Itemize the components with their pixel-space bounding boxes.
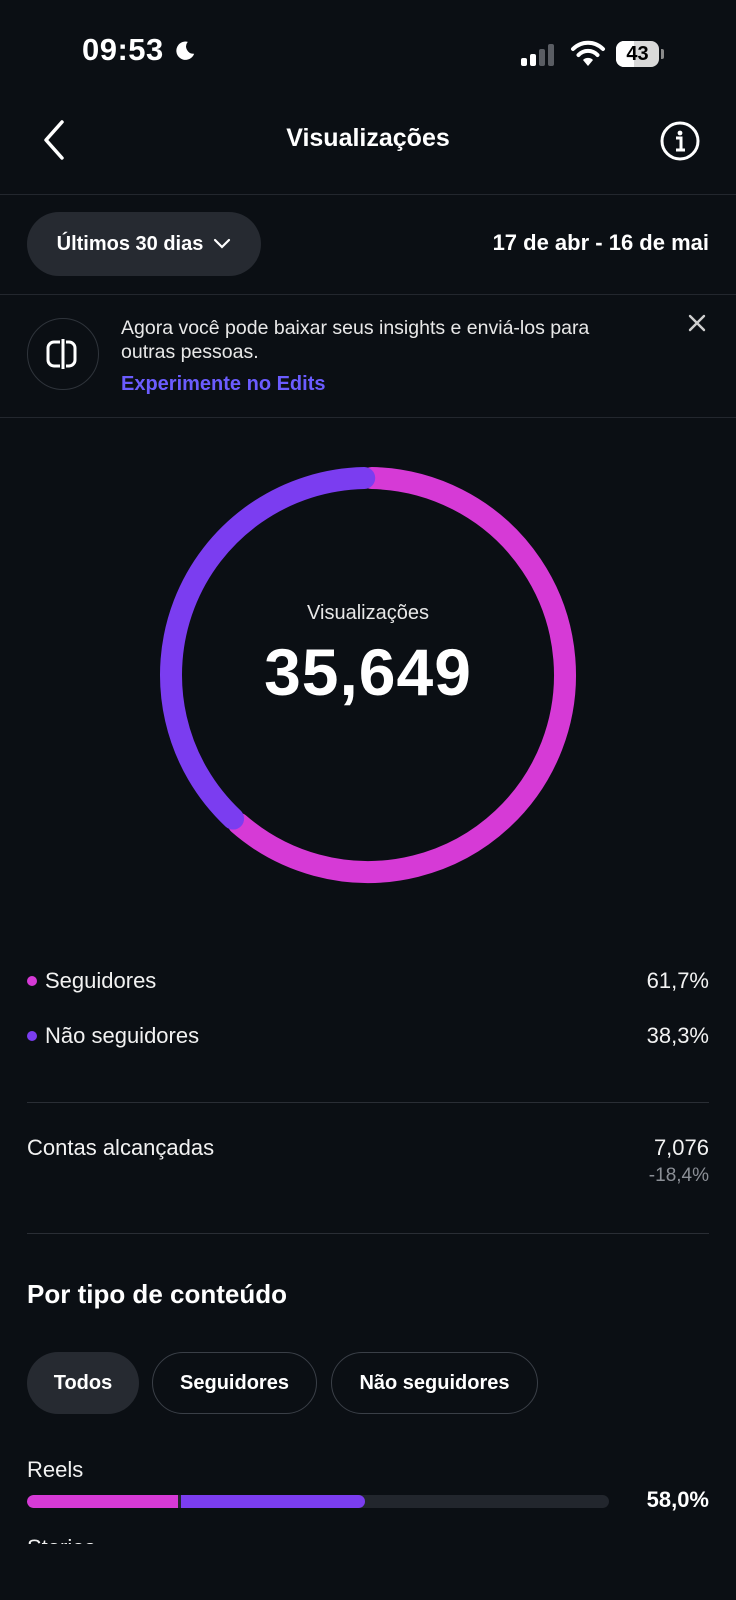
- chip-seguidores[interactable]: Seguidores: [152, 1352, 317, 1414]
- moon-icon: [176, 41, 195, 60]
- reach-change: -18,4%: [648, 1165, 709, 1186]
- legend-followers-label: Seguidores: [45, 968, 157, 993]
- filter-divider: [0, 294, 736, 295]
- reach-value: 7,076: [653, 1135, 709, 1160]
- page-title: Visualizações: [286, 124, 450, 152]
- close-icon[interactable]: [686, 312, 708, 334]
- legend-nonfollowers: Não seguidores: [27, 1023, 199, 1049]
- reach-divider: [27, 1233, 709, 1234]
- total-views-value: 35,649: [264, 635, 472, 709]
- status-time: 09:53: [82, 32, 164, 67]
- donut-center-label: Visualizações: [307, 602, 429, 624]
- banner-message: Agora você pode baixar seus insights e e…: [121, 317, 590, 363]
- chevron-down-icon: [214, 238, 231, 249]
- reels-percent: 58,0%: [646, 1487, 709, 1512]
- nonfollowers-percent: 38,3%: [646, 1023, 709, 1048]
- try-edits-link[interactable]: Experimente no Edits: [121, 373, 326, 396]
- reels-followers-segment: [27, 1495, 179, 1508]
- legend-followers: Seguidores: [27, 968, 156, 994]
- edits-app-icon: [27, 318, 99, 390]
- reels-label: Reels: [27, 1457, 84, 1482]
- header-divider: [0, 194, 736, 195]
- content-type-title: Por tipo de conteúdo: [27, 1279, 287, 1309]
- legend-nonfollowers-label: Não seguidores: [45, 1023, 200, 1048]
- followers-percent: 61,7%: [646, 968, 709, 993]
- date-range-dropdown-label: Últimos 30 dias: [56, 232, 204, 255]
- banner-divider: [0, 417, 736, 418]
- reach-label: Contas alcançadas: [27, 1135, 215, 1160]
- battery-level: 43: [626, 43, 649, 65]
- wifi-icon: [571, 40, 605, 66]
- stories-label: Stories: [27, 1530, 95, 1544]
- date-range-text: 17 de abr - 16 de mai: [492, 230, 709, 255]
- chip-todos[interactable]: Todos: [27, 1352, 139, 1414]
- reels-progress-bar: [27, 1495, 609, 1508]
- battery-icon: 43: [616, 41, 664, 67]
- info-icon[interactable]: [659, 120, 701, 162]
- chip-nao-seguidores[interactable]: Não seguidores: [331, 1352, 538, 1414]
- reels-nonfollowers-segment: [181, 1495, 365, 1508]
- followers-dot: [27, 976, 37, 986]
- date-range-dropdown[interactable]: Últimos 30 dias: [27, 212, 261, 276]
- nonfollowers-dot: [27, 1031, 37, 1041]
- legend-divider: [27, 1102, 709, 1103]
- cellular-signal-icon: [521, 42, 554, 66]
